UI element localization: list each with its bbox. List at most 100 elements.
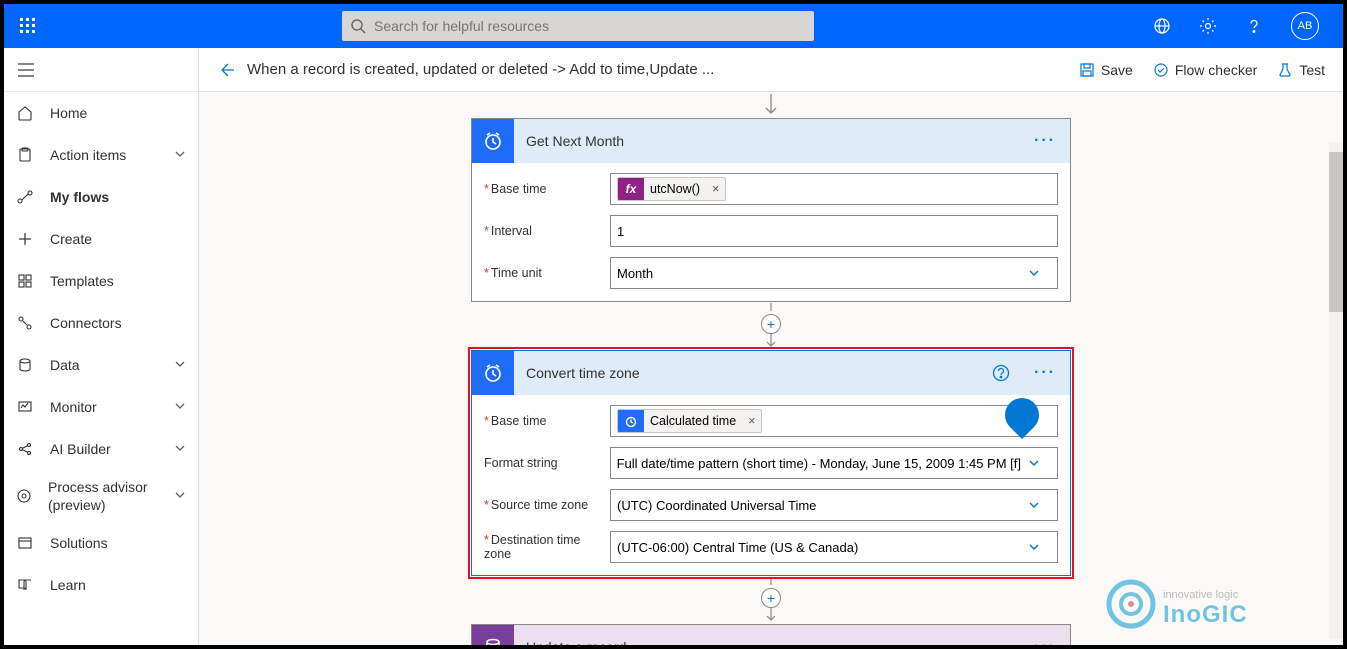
back-button[interactable] [217, 61, 235, 79]
help-icon[interactable] [1245, 17, 1263, 35]
fx-icon: fx [618, 178, 644, 200]
arrow-down-icon [761, 92, 781, 118]
sidebar-item-create[interactable]: Create [4, 218, 198, 260]
flow-icon [16, 189, 34, 205]
expression-token[interactable]: fx utcNow() × [617, 177, 726, 201]
card-title: Update a record [526, 639, 626, 645]
test-button[interactable]: Test [1277, 62, 1325, 78]
chevron-down-icon [174, 487, 186, 505]
add-step-button[interactable]: + [761, 314, 781, 334]
sidebar-item-label: Solutions [50, 535, 108, 551]
test-icon [1277, 62, 1293, 78]
sidebar-item-templates[interactable]: Templates [4, 260, 198, 302]
sidebar-item-learn[interactable]: Learn [4, 564, 198, 606]
scrollbar-thumb[interactable] [1329, 152, 1343, 312]
dynamic-token[interactable]: Calculated time × [617, 409, 762, 433]
ai-icon [16, 441, 34, 457]
field-label: *Time unit [484, 266, 610, 280]
field-label: *Destination time zone [484, 533, 610, 561]
sidebar-item-label: Monitor [50, 399, 97, 415]
field-label: *Source time zone [484, 498, 610, 512]
connectors-icon [16, 315, 34, 331]
dest-tz-select[interactable]: (UTC-06:00) Central Time (US & Canada) [610, 531, 1058, 563]
data-icon [16, 357, 34, 373]
card-title: Get Next Month [526, 133, 624, 149]
more-icon[interactable]: ··· [1030, 634, 1060, 645]
chevron-down-icon [174, 441, 186, 457]
base-time-field[interactable]: Calculated time × [610, 405, 1058, 437]
field-label: *Interval [484, 224, 610, 238]
card-get-next-month: Get Next Month ··· *Base time fx utcNow(… [471, 118, 1071, 302]
remove-token-icon[interactable]: × [742, 414, 761, 428]
checker-icon [1153, 62, 1169, 78]
base-time-field[interactable]: fx utcNow() × [610, 173, 1058, 205]
watermark-logo: innovative logic InoGIC [1103, 574, 1333, 639]
solutions-icon [16, 535, 34, 551]
sidebar-item-label: Data [50, 357, 80, 373]
sidebar-item-action-items[interactable]: Action items [4, 134, 198, 176]
sidebar-item-my-flows[interactable]: My flows [4, 176, 198, 218]
arrow-down-icon [761, 606, 781, 624]
sidebar-item-label: Connectors [50, 315, 122, 331]
sidebar-item-label: AI Builder [50, 441, 111, 457]
sidebar-item-connectors[interactable]: Connectors [4, 302, 198, 344]
help-icon[interactable] [992, 364, 1010, 382]
hamburger-icon[interactable] [4, 48, 198, 92]
templates-icon [16, 273, 34, 289]
gear-icon[interactable] [1199, 17, 1217, 35]
card-header[interactable]: Update a record ··· [472, 625, 1070, 645]
card-header[interactable]: Convert time zone ··· [472, 351, 1070, 395]
field-label: *Base time [484, 414, 610, 428]
drop-indicator [998, 391, 1046, 439]
format-string-select[interactable]: Full date/time pattern (short time) - Mo… [610, 447, 1058, 479]
avatar[interactable]: AB [1291, 12, 1319, 40]
sidebar-item-process-advisor[interactable]: Process advisor (preview) [4, 470, 198, 522]
home-icon [16, 105, 34, 121]
add-step-button[interactable]: + [761, 588, 781, 608]
time-unit-select[interactable]: Month [610, 257, 1058, 289]
sidebar-item-monitor[interactable]: Monitor [4, 386, 198, 428]
field-label: *Base time [484, 182, 610, 196]
sidebar-item-label: My flows [50, 189, 109, 205]
card-header[interactable]: Get Next Month ··· [472, 119, 1070, 163]
clipboard-icon [16, 147, 34, 163]
chevron-down-icon [1027, 456, 1045, 470]
flow-checker-button[interactable]: Flow checker [1153, 62, 1257, 78]
sidebar-item-label: Home [50, 105, 87, 121]
card-update-record: Update a record ··· [471, 624, 1071, 645]
search-input[interactable] [374, 11, 814, 41]
chevron-down-icon [174, 357, 186, 373]
sidebar-item-data[interactable]: Data [4, 344, 198, 386]
chevron-down-icon [174, 399, 186, 415]
interval-input[interactable] [617, 216, 1051, 246]
sidebar-item-home[interactable]: Home [4, 92, 198, 134]
remove-token-icon[interactable]: × [706, 182, 725, 196]
sidebar-item-label: Learn [50, 577, 86, 593]
more-icon[interactable]: ··· [1030, 128, 1060, 154]
clock-icon [472, 119, 514, 163]
source-tz-select[interactable]: (UTC) Coordinated Universal Time [610, 489, 1058, 521]
chevron-down-icon [1027, 540, 1045, 554]
app-launcher-icon[interactable] [4, 18, 52, 34]
save-button[interactable]: Save [1079, 62, 1133, 78]
environment-icon[interactable] [1153, 17, 1171, 35]
sidebar-item-ai-builder[interactable]: AI Builder [4, 428, 198, 470]
clock-icon [618, 410, 644, 432]
sidebar: Home Action items My flows Create Templa… [4, 48, 199, 645]
svg-text:innovative logic: innovative logic [1163, 589, 1239, 601]
command-bar: When a record is created, updated or del… [199, 48, 1343, 92]
chevron-down-icon [1027, 266, 1045, 280]
chevron-down-icon [1027, 498, 1045, 512]
sidebar-item-label: Action items [50, 147, 126, 163]
field-label: Format string [484, 456, 610, 470]
breadcrumb: When a record is created, updated or del… [247, 61, 714, 78]
sidebar-item-solutions[interactable]: Solutions [4, 522, 198, 564]
more-icon[interactable]: ··· [1030, 360, 1060, 386]
search-box[interactable] [342, 11, 814, 41]
plus-icon [16, 231, 34, 247]
interval-field[interactable] [610, 215, 1058, 247]
monitor-icon [16, 399, 34, 415]
sidebar-item-label: Create [50, 231, 92, 247]
chevron-down-icon [174, 147, 186, 163]
sidebar-item-label: Process advisor (preview) [48, 478, 158, 514]
